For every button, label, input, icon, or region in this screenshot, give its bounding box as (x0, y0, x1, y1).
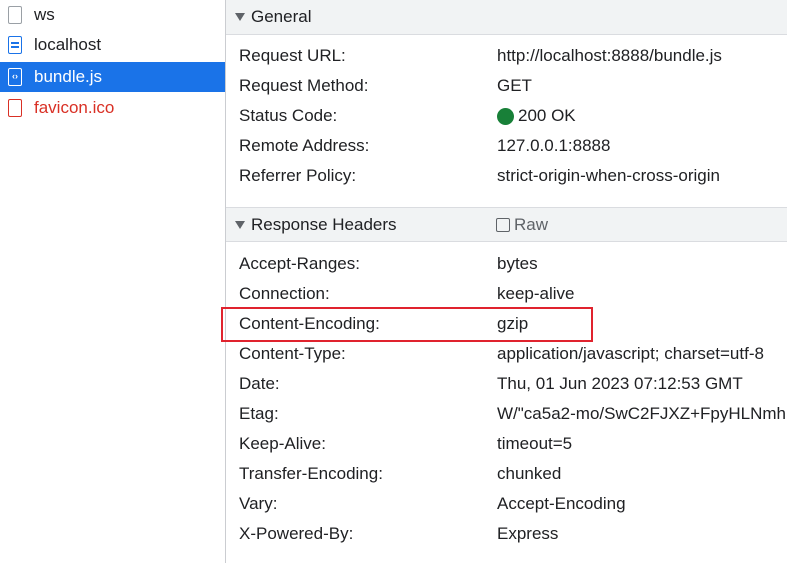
header-value: strict-origin-when-cross-origin (497, 166, 720, 185)
request-name: bundle.js (34, 67, 103, 86)
response-headers-section-header[interactable]: Response Headers Raw (226, 207, 787, 242)
header-value: W/"ca5a2-mo/SwC2FJXZ+FpyHLNmh (497, 404, 786, 423)
response-header-row: X-Powered-By: Express (226, 519, 787, 549)
raw-toggle[interactable]: Raw (496, 215, 548, 235)
collapse-triangle-icon (235, 220, 245, 229)
response-header-row: Transfer-Encoding: chunked (226, 459, 787, 489)
header-key: Vary: (239, 494, 278, 513)
header-key: Accept-Ranges: (239, 254, 360, 273)
request-item-favicon[interactable]: favicon.ico (0, 93, 225, 123)
document-icon (8, 36, 22, 54)
header-value: application/javascript; charset=utf-8 (497, 344, 764, 363)
header-value: 127.0.0.1:8888 (497, 136, 611, 155)
header-key: Referrer Policy: (239, 166, 357, 185)
general-section-header[interactable]: General (226, 0, 787, 35)
header-key: Content-Type: (239, 344, 346, 363)
section-title: General (251, 7, 312, 26)
request-item-ws[interactable]: ws (0, 0, 225, 30)
headers-panel: General Request URL: http://localhost:88… (221, 0, 787, 563)
response-header-row: Keep-Alive: timeout=5 (226, 429, 787, 459)
header-key: Connection: (239, 284, 330, 303)
header-value: GET (497, 76, 532, 95)
script-icon: ‹› (8, 68, 22, 86)
header-value: Express (497, 524, 559, 543)
status-text: 200 OK (518, 106, 576, 125)
header-value: http://localhost:8888/bundle.js (497, 46, 722, 65)
blank-doc-icon (8, 6, 22, 24)
status-code-value: 200 OK (497, 106, 576, 126)
general-row: Request Method: GET (226, 71, 787, 101)
request-item-localhost[interactable]: localhost (0, 30, 225, 60)
response-header-row: Accept-Ranges: bytes (226, 249, 787, 279)
request-list: ws localhost ‹› bundle.js favicon.ico (0, 0, 226, 563)
error-doc-icon (8, 99, 22, 117)
header-key: Keep-Alive: (239, 434, 326, 453)
header-value: keep-alive (497, 284, 575, 303)
request-item-bundle-js[interactable]: ‹› bundle.js (0, 62, 225, 92)
request-name: ws (34, 5, 55, 24)
general-row: Status Code: 200 OK (226, 101, 787, 131)
content-encoding-highlight-box (221, 307, 593, 342)
general-row: Request URL: http://localhost:8888/bundl… (226, 41, 787, 71)
raw-label: Raw (514, 214, 549, 234)
header-key: X-Powered-By: (239, 524, 354, 543)
header-value: Thu, 01 Jun 2023 07:12:53 GMT (497, 374, 743, 393)
header-key: Etag: (239, 404, 279, 423)
response-header-row: Date: Thu, 01 Jun 2023 07:12:53 GMT (226, 369, 787, 399)
raw-checkbox[interactable] (496, 217, 510, 232)
header-value: chunked (497, 464, 562, 483)
section-title: Response Headers (251, 214, 397, 234)
collapse-triangle-icon (235, 13, 245, 21)
header-key: Remote Address: (239, 136, 370, 155)
response-header-row: Connection: keep-alive (226, 279, 787, 309)
status-ok-dot-icon (497, 107, 514, 125)
response-header-row: Etag: W/"ca5a2-mo/SwC2FJXZ+FpyHLNmh (226, 399, 787, 429)
header-key: Request URL: (239, 46, 346, 65)
request-name: localhost (34, 35, 102, 54)
response-header-row: Content-Type: application/javascript; ch… (226, 339, 787, 369)
header-key: Date: (239, 374, 280, 393)
header-value: Accept-Encoding (497, 494, 626, 513)
header-key: Status Code: (239, 106, 338, 125)
header-key: Transfer-Encoding: (239, 464, 383, 483)
response-header-row: Vary: Accept-Encoding (226, 489, 787, 519)
header-value: timeout=5 (497, 434, 573, 453)
header-key: Request Method: (239, 76, 369, 95)
general-row: Remote Address: 127.0.0.1:8888 (226, 131, 787, 161)
general-row: Referrer Policy: strict-origin-when-cros… (226, 161, 787, 191)
request-name: favicon.ico (34, 98, 115, 117)
header-value: bytes (497, 254, 538, 273)
